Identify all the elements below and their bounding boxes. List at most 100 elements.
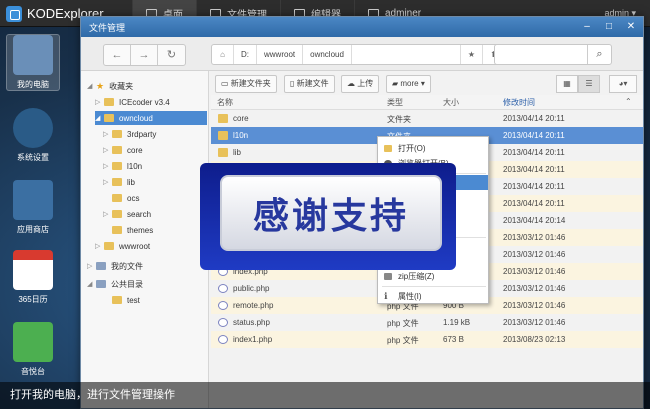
folder-icon [104, 98, 114, 106]
home-icon[interactable]: ⌂ [212, 45, 234, 64]
file-mtime: 2013/03/12 01:46 [503, 301, 566, 310]
col-size[interactable]: 大小 [443, 97, 459, 108]
folder-icon [112, 194, 122, 202]
col-name[interactable]: 名称 [217, 97, 233, 108]
file-mtime: 2013/03/12 01:46 [503, 250, 566, 259]
more-button[interactable]: ▰ more ▾ [386, 75, 431, 93]
search-icon[interactable]: ⌕ [587, 45, 611, 64]
tree-label: lib [127, 177, 136, 187]
action-bar: ▭ 新建文件夹 ▯ 新建文件 ☁ 上传 ▰ more ▾ ▦ ☰ ◕▾ [211, 73, 643, 95]
tree-item[interactable]: themes [103, 223, 153, 237]
php-file-icon [218, 301, 228, 310]
tree-item[interactable]: test [103, 293, 140, 307]
gear-icon [13, 108, 53, 148]
upload-button[interactable]: ☁ 上传 [341, 75, 380, 93]
button-label: 新建文件 [296, 79, 329, 88]
folder-icon [104, 242, 114, 250]
tree-label: search [127, 209, 152, 219]
tree-label: 我的文件 [111, 261, 143, 271]
music-icon [13, 322, 53, 362]
col-mtime[interactable]: 修改时间 [503, 97, 535, 108]
col-type[interactable]: 类型 [387, 97, 403, 108]
tree-item[interactable]: ▷ search [103, 207, 151, 221]
tree-item[interactable]: ▷ 3rdparty [103, 127, 156, 141]
desktop-icon-label: 应用商店 [17, 225, 49, 234]
tree-my-files[interactable]: ▷ 我的文件 [87, 259, 143, 273]
tree-label: ICEcoder v3.4 [119, 97, 170, 107]
column-header: 名称 类型 大小 修改时间 ⌃ [211, 95, 643, 110]
folder-icon [112, 296, 122, 304]
breadcrumb-wwwroot[interactable]: wwwroot [257, 45, 304, 64]
file-row[interactable]: core 文件夹 2013/04/14 20:11 [211, 110, 643, 127]
tree-favorites[interactable]: ◢ ★ 收藏夹 [87, 79, 133, 93]
desktop-icon-calendar[interactable]: 365日历 [6, 250, 60, 305]
tree-label: l10n [127, 161, 143, 171]
new-folder-button[interactable]: ▭ 新建文件夹 [215, 75, 277, 93]
desktop-icon-settings[interactable]: 系统设置 [6, 108, 60, 163]
button-label: 上传 [357, 79, 374, 88]
desktop-icon-label: 我的电脑 [17, 80, 49, 89]
settings-dropdown-icon[interactable]: ◕▾ [609, 75, 637, 93]
folder-icon [112, 162, 122, 170]
tree-item[interactable]: ▷ core [103, 143, 143, 157]
caption-bar: 打开我的电脑，进行文件管理操作 [0, 382, 650, 409]
archive-icon [384, 273, 392, 280]
search-input[interactable]: ⌕ [494, 44, 612, 65]
tree-item[interactable]: ▷ l10n [103, 159, 142, 173]
menu-label: zip压缩(Z) [398, 272, 435, 281]
file-mtime: 2013/03/12 01:46 [503, 267, 566, 276]
sort-chevron-icon[interactable]: ⌃ [625, 97, 632, 106]
breadcrumb-drive[interactable]: D: [234, 45, 257, 64]
file-name: l10n [233, 131, 249, 140]
forward-button[interactable]: → [131, 45, 158, 65]
grid-view-icon[interactable]: ▦ [556, 75, 578, 93]
php-file-icon [218, 335, 228, 344]
folder-icon [218, 148, 228, 157]
window-titlebar[interactable]: 文件管理 – □ ✕ [81, 17, 643, 37]
file-row[interactable]: status.php php 文件 1.19 kB 2013/03/12 01:46 [211, 314, 643, 331]
file-row[interactable]: index1.php php 文件 673 B 2013/08/23 02:13 [211, 331, 643, 348]
list-view-icon[interactable]: ☰ [578, 75, 600, 93]
close-button[interactable]: ✕ [623, 20, 639, 34]
breadcrumb-owncloud[interactable]: owncloud [303, 45, 352, 64]
desktop-icon-yinyuetai[interactable]: 音悦台 [6, 322, 60, 377]
file-mtime: 2013/04/14 20:11 [503, 165, 565, 174]
desktop-icon-label: 365日历 [18, 295, 48, 304]
tree-label: 公共目录 [111, 279, 143, 289]
file-mtime: 2013/03/12 01:46 [503, 318, 566, 327]
new-file-button[interactable]: ▯ 新建文件 [284, 75, 335, 93]
file-name: lib [233, 148, 242, 157]
file-mtime: 2013/04/14 20:11 [503, 199, 565, 208]
banner-text: 感谢支持 [220, 175, 442, 251]
maximize-button[interactable]: □ [601, 20, 617, 34]
caption-text: 打开我的电脑，进行文件管理操作 [10, 389, 175, 401]
tree-item[interactable]: ▷ wwwroot [95, 239, 150, 253]
tree-public[interactable]: ◢ 公共目录 [87, 277, 143, 291]
file-mtime: 2013/03/12 01:46 [503, 233, 566, 242]
file-mtime: 2013/04/14 20:11 [503, 148, 565, 157]
tree-item-selected[interactable]: ◢ owncloud [95, 111, 207, 125]
menu-label: 打开(O) [398, 144, 426, 153]
file-mtime: 2013/04/14 20:11 [503, 182, 565, 191]
back-button[interactable]: ← [104, 45, 131, 65]
desktop-icon-app-store[interactable]: 应用商店 [6, 180, 60, 235]
file-name: index1.php [233, 335, 273, 344]
menu-item-open[interactable]: 打开(O) [378, 141, 488, 156]
toolbar: ← → ↻ ⌂ D: wwwroot owncloud ★ ⬆ ⌕ [81, 37, 643, 71]
menu-item-properties[interactable]: ℹ 属性(I) [378, 289, 488, 304]
tree-item[interactable]: ▷ ICEcoder v3.4 [95, 95, 170, 109]
upload-icon: ☁ [347, 79, 358, 88]
file-size: 1.19 kB [443, 318, 471, 327]
menu-separator [382, 286, 486, 287]
file-type: 文件夹 [387, 115, 411, 124]
tree-item[interactable]: ocs [103, 191, 139, 205]
refresh-button[interactable]: ↻ [158, 45, 185, 65]
logo-icon [6, 5, 22, 22]
menu-item-zip[interactable]: zip压缩(Z) [378, 269, 488, 284]
php-file-icon [218, 318, 228, 327]
star-icon[interactable]: ★ [460, 45, 482, 64]
address-bar[interactable]: ⌂ D: wwwroot owncloud ★ ⬆ [211, 44, 505, 65]
desktop-icon-my-computer[interactable]: 我的电脑 [6, 34, 60, 91]
minimize-button[interactable]: – [579, 20, 595, 34]
tree-item[interactable]: ▷ lib [103, 175, 135, 189]
